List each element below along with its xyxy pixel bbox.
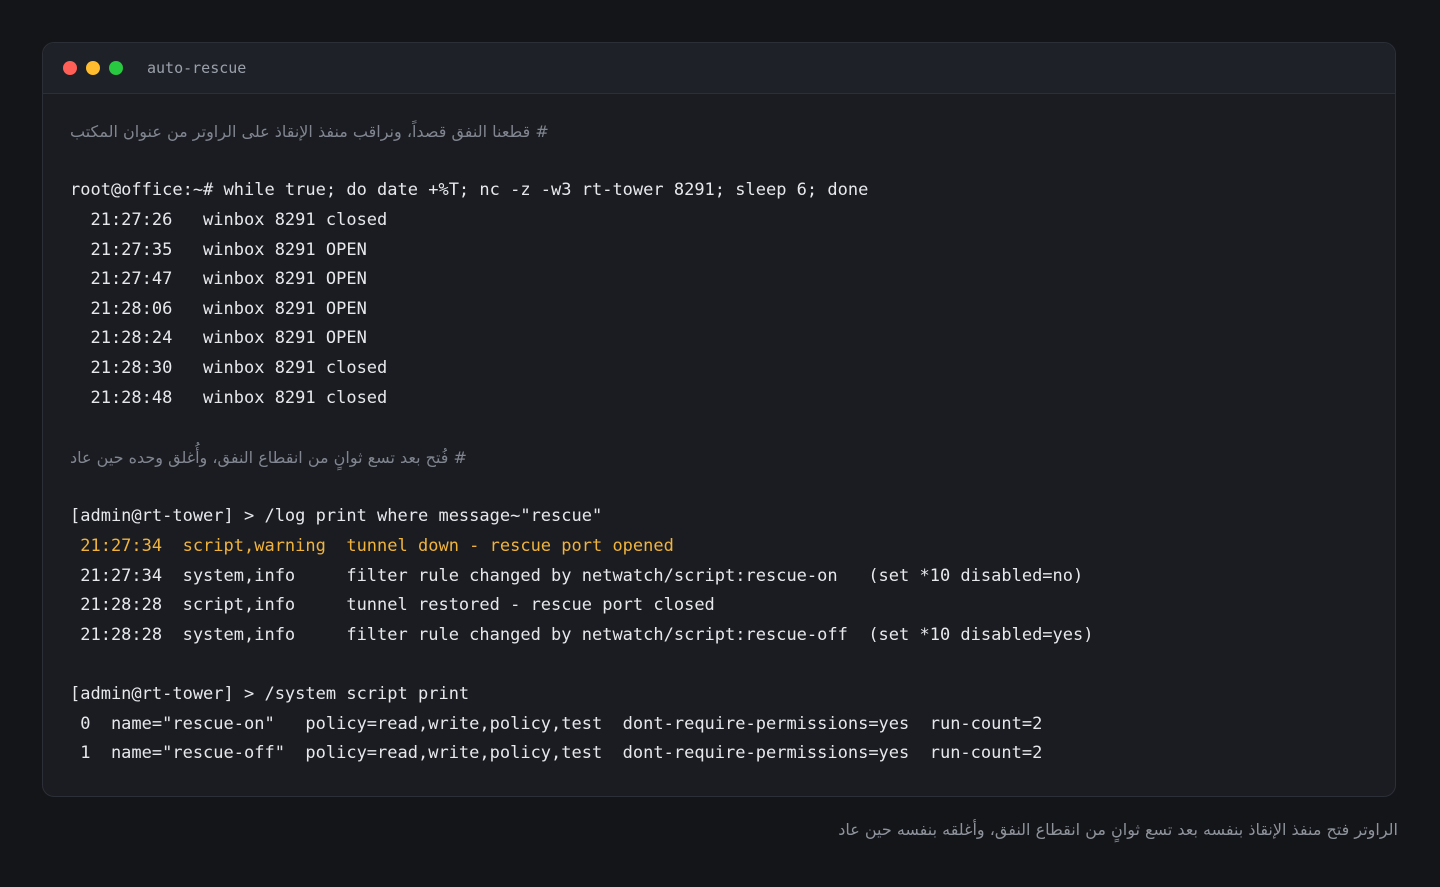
terminal-output[interactable]: # قطعنا النفق قصداً، ونراقب منفذ الإنقاذ… bbox=[70, 117, 1385, 769]
output-line: 21:28:48 winbox 8291 closed bbox=[70, 387, 388, 408]
command-line: [admin@rt-tower] > /system script print bbox=[70, 684, 470, 705]
comment-line: # فُتح بعد تسع ثوانٍ من انقطاع النفق، وأ… bbox=[70, 448, 467, 468]
output-line: 21:28:06 winbox 8291 OPEN bbox=[70, 298, 367, 319]
caption: الراوتر فتح منفذ الإنقاذ بنفسه بعد تسع ث… bbox=[838, 820, 1398, 839]
script-line: 1 name="rescue-off" policy=read,write,po… bbox=[70, 743, 1043, 764]
maximize-window-button[interactable] bbox=[109, 61, 123, 75]
window-title: auto-rescue bbox=[147, 59, 247, 77]
output-line: 21:27:35 winbox 8291 OPEN bbox=[70, 239, 367, 260]
output-line: 21:27:47 winbox 8291 OPEN bbox=[70, 269, 367, 290]
log-line-warning: 21:27:34 script,warning tunnel down - re… bbox=[70, 535, 674, 556]
close-window-button[interactable] bbox=[63, 61, 77, 75]
minimize-window-button[interactable] bbox=[86, 61, 100, 75]
output-line: 21:28:30 winbox 8291 closed bbox=[70, 358, 388, 379]
log-line: 21:27:34 system,info filter rule changed… bbox=[70, 565, 1084, 586]
output-line: 21:27:26 winbox 8291 closed bbox=[70, 209, 388, 230]
terminal-window: auto-rescue # قطعنا النفق قصداً، ونراقب … bbox=[42, 42, 1396, 797]
command-line: [admin@rt-tower] > /log print where mess… bbox=[70, 506, 603, 527]
log-line: 21:28:28 script,info tunnel restored - r… bbox=[70, 595, 715, 616]
title-bar: auto-rescue bbox=[43, 43, 1395, 94]
comment-line: # قطعنا النفق قصداً، ونراقب منفذ الإنقاذ… bbox=[70, 122, 549, 141]
log-line: 21:28:28 system,info filter rule changed… bbox=[70, 624, 1094, 645]
script-line: 0 name="rescue-on" policy=read,write,pol… bbox=[70, 713, 1043, 734]
command-line: root@office:~# while true; do date +%T; … bbox=[70, 180, 869, 201]
output-line: 21:28:24 winbox 8291 OPEN bbox=[70, 328, 367, 349]
